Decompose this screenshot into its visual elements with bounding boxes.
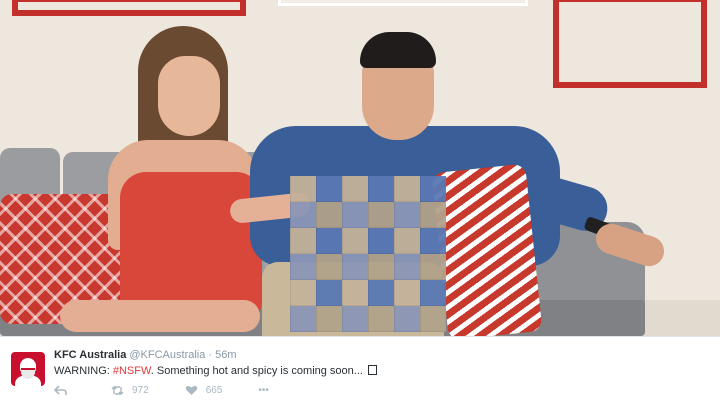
tweet-text: WARNING: #NSFW. Something hot and spicy … <box>54 365 378 377</box>
woman-legs <box>60 300 260 332</box>
tweet-text-suffix: . Something hot and spicy is coming soon… <box>150 365 363 377</box>
tweet-photo[interactable] <box>0 0 720 336</box>
wall-frame <box>553 0 707 88</box>
more-button[interactable]: ••• <box>258 385 269 396</box>
avatar[interactable] <box>11 352 45 386</box>
separator: · <box>208 349 213 361</box>
retweet-icon <box>111 385 124 395</box>
striped-pillow <box>431 163 543 336</box>
like-count: 665 <box>205 384 223 396</box>
tweet-author: KFC Australia @KFCAustralia · 56m <box>54 349 237 361</box>
retweet-button[interactable]: 972 <box>111 385 149 396</box>
unknown-glyph-icon <box>368 365 378 375</box>
author-name[interactable]: KFC Australia <box>54 349 126 361</box>
tweet-actions: 972 665 ••• <box>54 383 269 397</box>
man-hair <box>360 32 436 68</box>
tweet-timestamp[interactable]: 56m <box>215 349 236 361</box>
tweet-text-prefix: WARNING: <box>54 365 110 377</box>
reply-icon <box>54 384 67 395</box>
woman-face <box>158 56 220 136</box>
more-icon: ••• <box>258 384 269 396</box>
like-icon <box>185 385 197 395</box>
author-handle[interactable]: @KFCAustralia <box>129 349 205 361</box>
like-button[interactable]: 665 <box>185 384 223 396</box>
reply-button[interactable] <box>54 384 75 396</box>
pixelated-censor-area <box>290 176 446 332</box>
retweet-count: 972 <box>132 384 149 396</box>
wall-frame <box>12 0 246 16</box>
wall-frame <box>278 0 528 6</box>
hashtag-link[interactable]: #NSFW <box>113 365 151 377</box>
tweet-card: KFC Australia @KFCAustralia · 56m WARNIN… <box>0 0 720 405</box>
